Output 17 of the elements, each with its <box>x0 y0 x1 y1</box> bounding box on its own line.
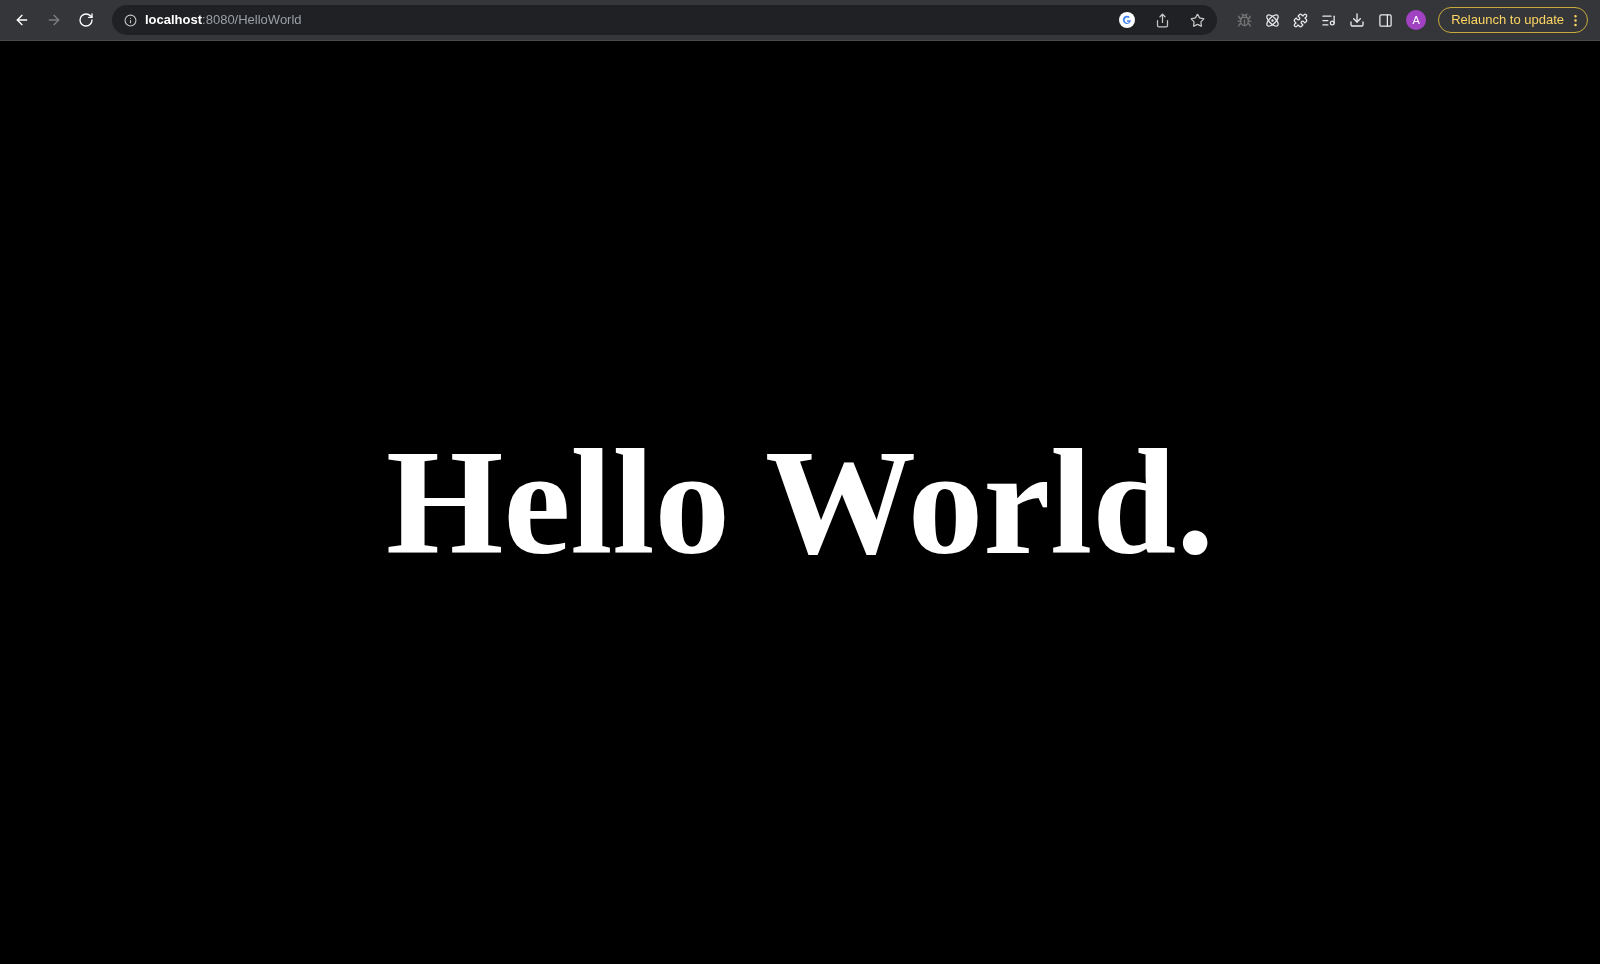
download-icon[interactable] <box>1349 12 1366 28</box>
profile-avatar[interactable]: A <box>1406 10 1427 30</box>
url-text: localhost:8080/HelloWorld <box>145 11 302 30</box>
address-bar[interactable]: localhost:8080/HelloWorld <box>112 5 1218 35</box>
bug-icon[interactable] <box>1237 12 1253 28</box>
info-icon[interactable] <box>124 13 137 27</box>
reload-icon <box>78 12 94 28</box>
share-icon[interactable] <box>1155 12 1171 28</box>
bookmark-star-icon[interactable] <box>1190 12 1206 28</box>
side-panel-icon[interactable] <box>1378 12 1394 28</box>
playlist-icon[interactable] <box>1321 12 1337 28</box>
g-logo-icon[interactable] <box>1119 12 1136 28</box>
arrow-icon <box>14 12 30 28</box>
page-heading: Hello World. <box>386 427 1214 578</box>
arrow-icon <box>46 12 62 28</box>
extensions-icon[interactable] <box>1293 12 1309 28</box>
atom-icon[interactable] <box>1265 12 1281 28</box>
